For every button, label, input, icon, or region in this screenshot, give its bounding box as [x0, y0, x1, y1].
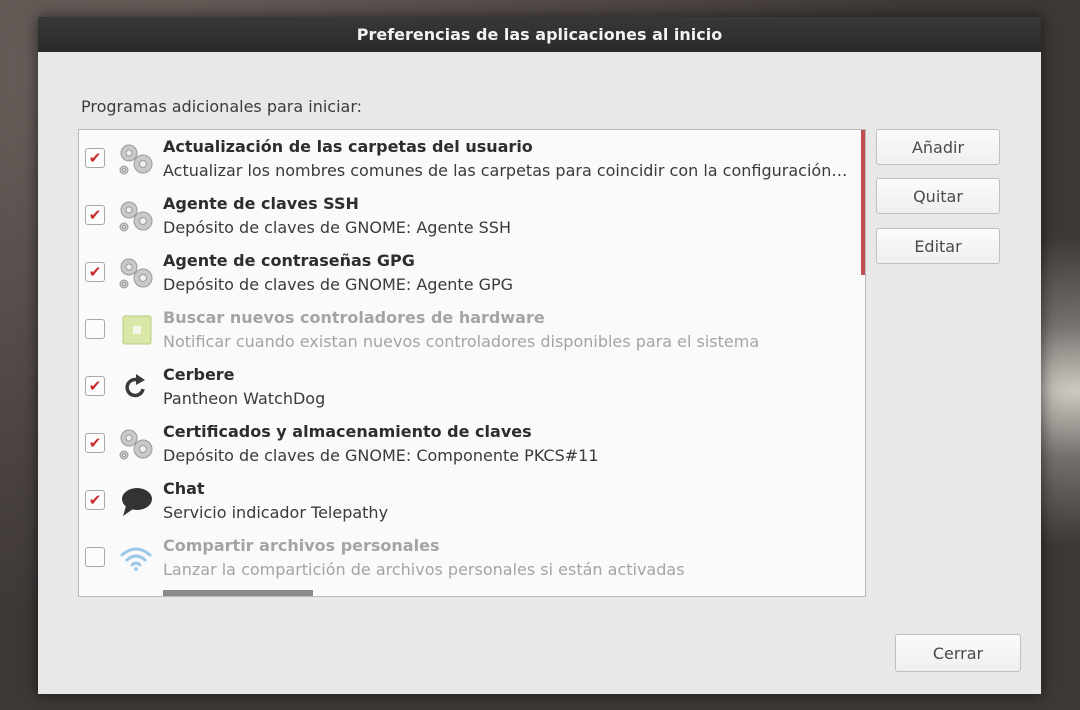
list-item-partial — [79, 586, 859, 596]
list-item[interactable]: Certificados y almacenamiento de claves … — [79, 415, 859, 472]
program-description: Notificar cuando existan nuevos controla… — [163, 332, 760, 351]
program-description: Actualizar los nombres comunes de las ca… — [163, 161, 848, 180]
enable-checkbox[interactable] — [85, 262, 105, 282]
list-item[interactable]: Agente de contraseñas GPG Depósito de cl… — [79, 244, 859, 301]
gears-icon — [119, 201, 153, 232]
program-description: Depósito de claves de GNOME: Agente SSH — [163, 218, 511, 237]
enable-checkbox[interactable] — [85, 376, 105, 396]
list-item[interactable]: Buscar nuevos controladores de hardware … — [79, 301, 859, 358]
program-name: Chat — [163, 479, 205, 498]
edit-button[interactable]: Editar — [876, 228, 1000, 264]
enable-checkbox[interactable] — [85, 547, 105, 567]
program-name: Actualización de las carpetas del usuari… — [163, 137, 533, 156]
list-item[interactable]: Chat Servicio indicador Telepathy — [79, 472, 859, 529]
program-name: Compartir archivos personales — [163, 536, 440, 555]
gears-icon — [119, 258, 153, 289]
chat-bubble-icon — [122, 488, 152, 516]
close-button[interactable]: Cerrar — [895, 634, 1021, 672]
remove-button[interactable]: Quitar — [876, 178, 1000, 214]
list-item[interactable]: Agente de claves SSH Depósito de claves … — [79, 187, 859, 244]
section-label: Programas adicionales para iniciar: — [81, 97, 363, 116]
gears-icon — [119, 429, 153, 460]
window-title: Preferencias de las aplicaciones al inic… — [356, 25, 723, 44]
program-name: Certificados y almacenamiento de claves — [163, 422, 532, 441]
enable-checkbox[interactable] — [85, 148, 105, 168]
program-name: Buscar nuevos controladores de hardware — [163, 308, 545, 327]
startup-preferences-dialog: Preferencias de las aplicaciones al inic… — [38, 17, 1041, 694]
enable-checkbox[interactable] — [85, 433, 105, 453]
scroll-indicator[interactable] — [861, 130, 865, 275]
hardware-chip-icon — [122, 315, 152, 345]
program-description: Lanzar la compartición de archivos perso… — [163, 560, 685, 579]
list-item[interactable]: Actualización de las carpetas del usuari… — [79, 130, 859, 187]
program-description: Pantheon WatchDog — [163, 389, 326, 408]
refresh-icon — [125, 374, 145, 398]
window-titlebar[interactable]: Preferencias de las aplicaciones al inic… — [38, 17, 1041, 52]
enable-checkbox[interactable] — [85, 205, 105, 225]
enable-checkbox[interactable] — [85, 490, 105, 510]
program-name: Agente de contraseñas GPG — [163, 251, 415, 270]
program-name: Cerbere — [163, 365, 235, 384]
program-name: Agente de claves SSH — [163, 194, 359, 213]
add-button[interactable]: Añadir — [876, 129, 1000, 165]
wifi-icon — [120, 547, 152, 571]
program-description: Depósito de claves de GNOME: Agente GPG — [163, 275, 514, 294]
startup-programs-list[interactable]: Actualización de las carpetas del usuari… — [78, 129, 866, 597]
program-description: Servicio indicador Telepathy — [163, 503, 389, 522]
gears-icon — [119, 144, 153, 175]
enable-checkbox[interactable] — [85, 319, 105, 339]
program-description: Depósito de claves de GNOME: Componente … — [163, 446, 599, 465]
list-item[interactable]: Compartir archivos personales Lanzar la … — [79, 529, 859, 586]
list-item[interactable]: Cerbere Pantheon WatchDog — [79, 358, 859, 415]
